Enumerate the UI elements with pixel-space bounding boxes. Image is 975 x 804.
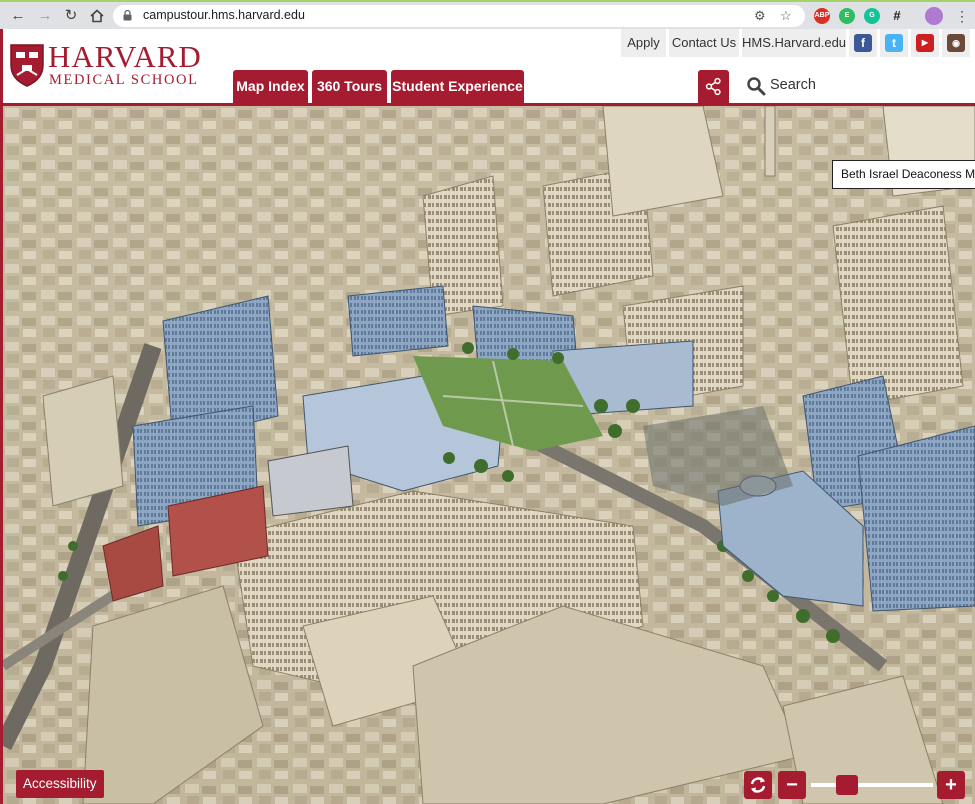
zoom-slider-track[interactable] <box>811 783 933 787</box>
zoom-in-button[interactable]: + <box>937 771 965 799</box>
hashtag-extension-icon[interactable]: # <box>889 8 905 24</box>
site-settings-icon[interactable]: ⚙ <box>754 8 766 24</box>
zoom-slider-handle[interactable] <box>836 775 858 795</box>
tab-student-experience[interactable]: Student Experience <box>391 70 524 103</box>
bookmark-star-icon[interactable]: ☆ <box>780 8 792 24</box>
youtube-link[interactable]: ▶ <box>911 29 939 57</box>
forward-arrow-icon[interactable]: → <box>35 6 55 26</box>
reload-icon[interactable]: ↻ <box>61 6 81 26</box>
building-tooltip: Beth Israel Deaconess Medical Center <box>832 160 975 189</box>
harvard-shield-logo[interactable] <box>9 43 45 87</box>
apply-link[interactable]: Apply <box>621 29 666 57</box>
instagram-link[interactable]: ◉ <box>942 29 970 57</box>
evernote-extension-icon[interactable]: E <box>839 8 855 24</box>
search-input[interactable]: Search <box>770 77 816 93</box>
youtube-icon: ▶ <box>916 34 934 52</box>
instagram-icon: ◉ <box>947 34 965 52</box>
address-bar[interactable]: campustour.hms.harvard.edu ⚙ ☆ <box>113 5 805 27</box>
brand-subtitle[interactable]: MEDICAL SCHOOL <box>49 72 199 89</box>
rotate-icon <box>750 777 766 793</box>
tab-360-tours[interactable]: 360 Tours <box>312 70 387 103</box>
share-button[interactable] <box>698 70 729 103</box>
aerial-campus-view[interactable] <box>3 106 975 804</box>
rotate-view-button[interactable] <box>744 771 772 799</box>
facebook-icon: f <box>854 34 872 52</box>
share-icon <box>705 77 721 96</box>
campus-map[interactable]: Beth Israel Deaconess Medical Center Acc… <box>3 106 975 804</box>
twitter-icon: t <box>885 34 903 52</box>
url-text: campustour.hms.harvard.edu <box>143 8 305 22</box>
profile-avatar-icon[interactable] <box>925 7 943 25</box>
browser-toolbar: ← → ↻ campustour.hms.harvard.edu ⚙ ☆ ABP… <box>0 0 975 29</box>
browser-menu-icon[interactable]: ⋮ <box>952 6 972 26</box>
tab-map-index[interactable]: Map Index <box>233 70 308 103</box>
hms-harvard-link[interactable]: HMS.Harvard.edu <box>742 29 846 57</box>
grammarly-extension-icon[interactable]: G <box>864 8 880 24</box>
facebook-link[interactable]: f <box>849 29 877 57</box>
lock-icon <box>123 10 132 21</box>
twitter-link[interactable]: t <box>880 29 908 57</box>
search-icon[interactable] <box>746 76 766 96</box>
contact-us-link[interactable]: Contact Us <box>669 29 739 57</box>
brand-name[interactable]: HARVARD <box>48 41 202 72</box>
back-arrow-icon[interactable]: ← <box>8 6 28 26</box>
accessibility-button[interactable]: Accessibility <box>16 770 104 798</box>
adblock-extension-icon[interactable]: ABP <box>814 8 830 24</box>
home-icon[interactable] <box>87 6 107 26</box>
site-header: HARVARD MEDICAL SCHOOL Map Index 360 Tou… <box>3 29 975 106</box>
zoom-out-button[interactable]: − <box>778 771 806 799</box>
